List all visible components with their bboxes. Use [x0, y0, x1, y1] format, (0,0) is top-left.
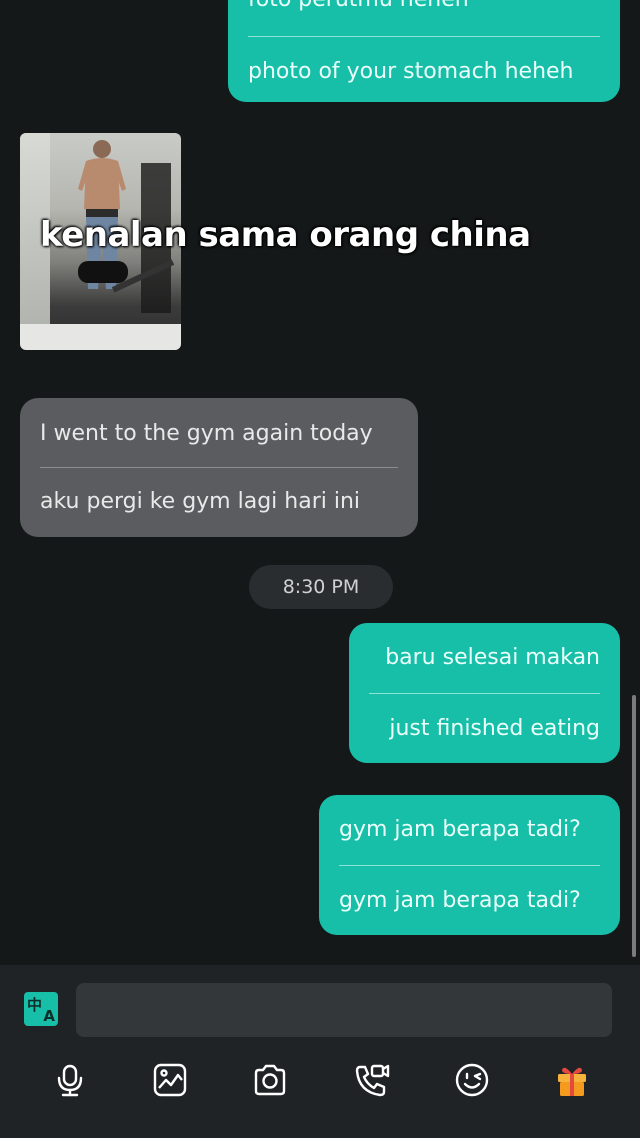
- message-original-text: I went to the gym again today: [40, 421, 373, 446]
- message-bubble-outgoing[interactable]: foto perutmu heheh photo of your stomach…: [228, 0, 620, 102]
- message-translation-text: gym jam berapa tadi?: [339, 888, 581, 913]
- video-overlay-caption: kenalan sama orang china: [40, 215, 531, 255]
- gallery-icon: [153, 1063, 187, 1097]
- message-bubble-outgoing[interactable]: gym jam berapa tadi? gym jam berapa tadi…: [319, 795, 620, 935]
- gallery-button[interactable]: [150, 1058, 190, 1102]
- microphone-icon: [57, 1064, 83, 1097]
- emoji-icon: [455, 1063, 489, 1097]
- photo-dumbbells: [78, 261, 128, 283]
- message-original-text: foto perutmu heheh: [248, 0, 600, 36]
- gift-button[interactable]: [552, 1058, 592, 1102]
- message-original-text: baru selesai makan: [385, 645, 600, 670]
- video-call-icon: [355, 1064, 390, 1097]
- message-input[interactable]: [76, 983, 612, 1037]
- translate-icon-chinese-glyph: 中: [27, 996, 43, 1014]
- translate-toggle-icon[interactable]: 中 A: [24, 992, 58, 1026]
- message-translation-text: aku pergi ke gym lagi hari ini: [40, 489, 361, 514]
- chat-message-list[interactable]: foto perutmu heheh photo of your stomach…: [0, 0, 640, 965]
- video-call-button[interactable]: [352, 1058, 392, 1102]
- gift-icon: [558, 1067, 586, 1096]
- microphone-button[interactable]: [50, 1058, 90, 1102]
- chat-scrollbar[interactable]: [632, 695, 636, 957]
- message-translation-text: just finished eating: [389, 716, 600, 741]
- translate-icon-latin-glyph: A: [43, 1007, 55, 1025]
- message-timestamp: 8:30 PM: [249, 565, 393, 609]
- camera-icon: [254, 1064, 286, 1096]
- message-translation-text: photo of your stomach heheh: [248, 59, 574, 84]
- message-original-text: gym jam berapa tadi?: [339, 817, 581, 842]
- composer-toolbar: [0, 1058, 640, 1104]
- camera-button[interactable]: [250, 1058, 290, 1102]
- message-bubble-outgoing[interactable]: baru selesai makan just finished eating: [349, 623, 620, 763]
- photo-floor: [20, 324, 181, 350]
- message-bubble-incoming[interactable]: I went to the gym again today aku pergi …: [20, 398, 418, 537]
- emoji-button[interactable]: [452, 1058, 492, 1102]
